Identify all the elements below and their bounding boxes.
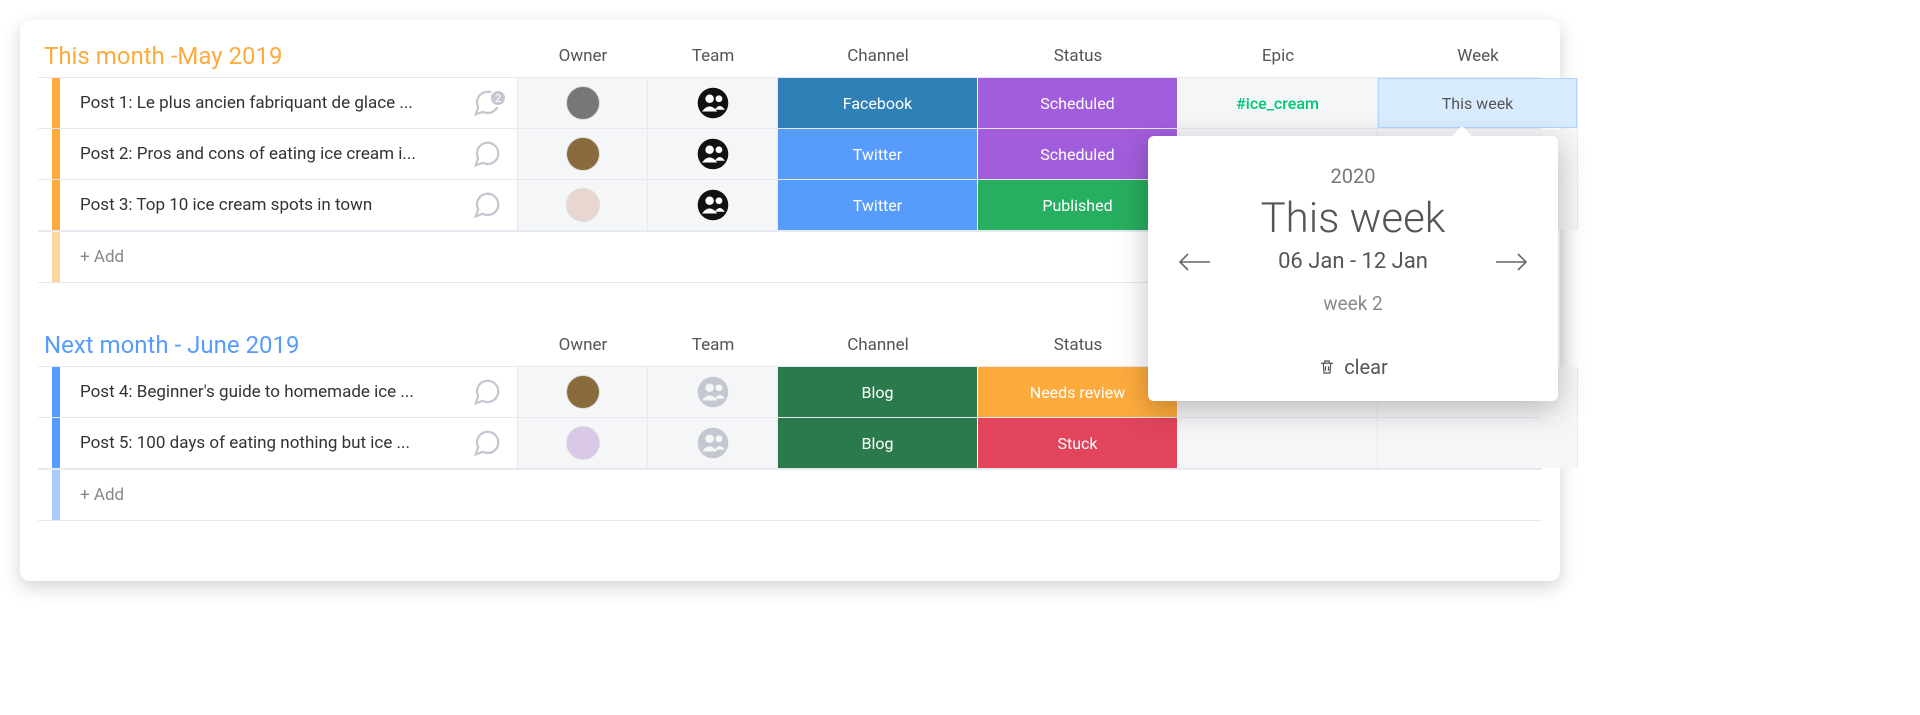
item-name-cell[interactable]: Post 2: Pros and cons of eating ice crea… bbox=[38, 129, 518, 179]
multiple-person-icon bbox=[696, 86, 730, 120]
week-value: This week bbox=[1442, 94, 1514, 113]
status-cell[interactable]: Stuck bbox=[978, 418, 1178, 468]
item-name: Post 2: Pros and cons of eating ice crea… bbox=[80, 144, 416, 164]
speech-bubble-icon bbox=[472, 139, 502, 169]
column-header-week[interactable]: Week bbox=[1378, 46, 1578, 66]
epic-tag: #ice_cream bbox=[1236, 94, 1319, 113]
status-cell[interactable]: Scheduled bbox=[978, 78, 1178, 128]
column-header-status[interactable]: Status bbox=[978, 46, 1178, 66]
speech-bubble-icon bbox=[472, 190, 502, 220]
owner-cell[interactable] bbox=[518, 367, 648, 417]
add-item-row[interactable]: + Add bbox=[38, 469, 1542, 521]
group-color-bar bbox=[52, 232, 60, 282]
item-name: Post 4: Beginner's guide to homemade ice… bbox=[80, 382, 414, 402]
avatar bbox=[566, 188, 600, 222]
week-picker-popover: 2020 This week 06 Jan - 12 Jan week 2 cl… bbox=[1148, 136, 1558, 401]
week-picker-weeknum: week 2 bbox=[1168, 292, 1538, 315]
owner-cell[interactable] bbox=[518, 180, 648, 230]
week-picker-range-row: 06 Jan - 12 Jan bbox=[1168, 249, 1538, 274]
channel-label: Facebook bbox=[843, 94, 912, 113]
team-cell[interactable] bbox=[648, 78, 778, 128]
week-picker-title: This week bbox=[1168, 194, 1538, 243]
table-row: Post 5: 100 days of eating nothing but i… bbox=[38, 417, 1542, 469]
status-label: Scheduled bbox=[1040, 145, 1114, 164]
updates-button[interactable] bbox=[469, 136, 505, 172]
multiple-person-icon bbox=[696, 188, 730, 222]
multiple-person-icon bbox=[696, 137, 730, 171]
owner-cell[interactable] bbox=[518, 129, 648, 179]
speech-bubble-icon bbox=[472, 428, 502, 458]
speech-bubble-icon bbox=[472, 377, 502, 407]
group-title[interactable]: Next month - June 2019 bbox=[38, 331, 518, 359]
updates-button[interactable] bbox=[469, 187, 505, 223]
table-row: Post 1: Le plus ancien fabriquant de gla… bbox=[38, 77, 1542, 129]
status-label: Stuck bbox=[1057, 434, 1097, 453]
item-name-cell[interactable]: Post 4: Beginner's guide to homemade ice… bbox=[38, 367, 518, 417]
column-header-team[interactable]: Team bbox=[648, 46, 778, 66]
avatar bbox=[566, 137, 600, 171]
week-picker-range: 06 Jan - 12 Jan bbox=[1278, 249, 1428, 274]
team-cell[interactable] bbox=[648, 180, 778, 230]
epic-cell[interactable] bbox=[1178, 418, 1378, 468]
status-label: Published bbox=[1042, 196, 1112, 215]
channel-cell[interactable]: Blog bbox=[778, 418, 978, 468]
item-name-cell[interactable]: Post 5: 100 days of eating nothing but i… bbox=[38, 418, 518, 468]
week-picker-year: 2020 bbox=[1168, 164, 1538, 188]
board: This month -May 2019 Owner Team Channel … bbox=[20, 20, 1560, 581]
group-title[interactable]: This month -May 2019 bbox=[38, 42, 518, 70]
item-name-cell[interactable]: Post 3: Top 10 ice cream spots in town bbox=[38, 180, 518, 230]
channel-cell[interactable]: Blog bbox=[778, 367, 978, 417]
add-item-label: + Add bbox=[80, 485, 124, 505]
channel-label: Twitter bbox=[853, 196, 902, 215]
multiple-person-icon bbox=[696, 426, 730, 460]
week-cell[interactable] bbox=[1378, 418, 1578, 468]
item-name-cell[interactable]: Post 1: Le plus ancien fabriquant de gla… bbox=[38, 78, 518, 128]
channel-cell[interactable]: Facebook bbox=[778, 78, 978, 128]
group-color-bar bbox=[52, 78, 60, 128]
group-color-bar bbox=[52, 418, 60, 468]
channel-cell[interactable]: Twitter bbox=[778, 129, 978, 179]
updates-button[interactable] bbox=[469, 374, 505, 410]
group-color-bar bbox=[52, 129, 60, 179]
arrow-left-icon[interactable] bbox=[1174, 250, 1214, 274]
team-cell[interactable] bbox=[648, 129, 778, 179]
owner-cell[interactable] bbox=[518, 418, 648, 468]
multiple-person-icon bbox=[696, 375, 730, 409]
avatar bbox=[566, 86, 600, 120]
column-header-owner[interactable]: Owner bbox=[518, 46, 648, 66]
status-label: Scheduled bbox=[1040, 94, 1114, 113]
group-color-bar bbox=[52, 180, 60, 230]
column-header-epic[interactable]: Epic bbox=[1178, 46, 1378, 66]
column-header-owner[interactable]: Owner bbox=[518, 335, 648, 355]
updates-button[interactable] bbox=[469, 425, 505, 461]
team-cell[interactable] bbox=[648, 418, 778, 468]
status-label: Needs review bbox=[1030, 383, 1125, 402]
add-item-label: + Add bbox=[80, 247, 124, 267]
trash-icon bbox=[1318, 358, 1336, 376]
clear-label: clear bbox=[1344, 355, 1388, 379]
week-cell[interactable]: This week bbox=[1378, 78, 1578, 128]
group-color-bar bbox=[52, 367, 60, 417]
item-name: Post 3: Top 10 ice cream spots in town bbox=[80, 195, 372, 215]
updates-button[interactable]: 2 bbox=[469, 85, 505, 121]
column-header-channel[interactable]: Channel bbox=[778, 335, 978, 355]
column-header-team[interactable]: Team bbox=[648, 335, 778, 355]
group-header: This month -May 2019 Owner Team Channel … bbox=[38, 34, 1542, 78]
channel-label: Blog bbox=[862, 383, 894, 402]
channel-label: Blog bbox=[862, 434, 894, 453]
channel-label: Twitter bbox=[853, 145, 902, 164]
column-header-channel[interactable]: Channel bbox=[778, 46, 978, 66]
updates-count-badge: 2 bbox=[489, 89, 507, 107]
epic-cell[interactable]: #ice_cream bbox=[1178, 78, 1378, 128]
item-name: Post 1: Le plus ancien fabriquant de gla… bbox=[80, 93, 413, 113]
team-cell[interactable] bbox=[648, 367, 778, 417]
week-picker-clear-button[interactable]: clear bbox=[1168, 355, 1538, 379]
group-color-bar bbox=[52, 470, 60, 520]
channel-cell[interactable]: Twitter bbox=[778, 180, 978, 230]
avatar bbox=[566, 375, 600, 409]
avatar bbox=[566, 426, 600, 460]
owner-cell[interactable] bbox=[518, 78, 648, 128]
item-name: Post 5: 100 days of eating nothing but i… bbox=[80, 433, 410, 453]
arrow-right-icon[interactable] bbox=[1492, 250, 1532, 274]
